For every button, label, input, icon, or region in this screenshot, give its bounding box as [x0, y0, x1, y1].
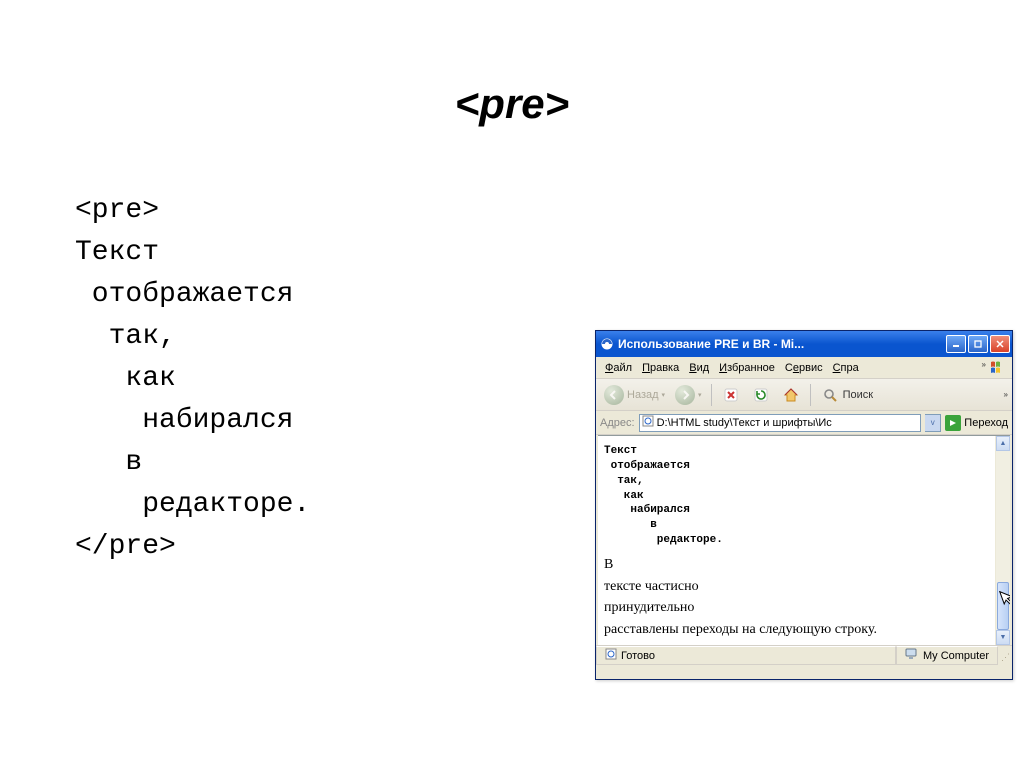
back-dropdown-icon: ▾ — [662, 391, 666, 399]
search-button[interactable]: Поиск — [816, 383, 877, 407]
close-button[interactable] — [990, 335, 1010, 353]
search-label: Поиск — [843, 389, 873, 401]
rendered-pre-block: Текст отображается так, как набирался в … — [598, 436, 1010, 548]
address-input[interactable]: D:\HTML study\Текст и шрифты\Ис — [639, 414, 922, 432]
toolbar-overflow-icon[interactable]: » — [1004, 390, 1008, 399]
forward-button[interactable]: ▾ — [671, 383, 706, 407]
scroll-up-icon[interactable]: ▲ — [996, 436, 1010, 451]
browser-window: Использование PRE и BR - Mi... Файл Прав… — [595, 330, 1013, 680]
menubar: Файл Правка Вид Избранное Сервис Спра » — [596, 357, 1012, 379]
window-title: Использование PRE и BR - Mi... — [618, 337, 944, 351]
go-button[interactable]: Переход — [945, 415, 1008, 431]
windows-logo-icon — [988, 358, 1010, 378]
rendered-paragraphs: В тексте частисно принудительно расставл… — [598, 548, 1010, 641]
status-bar: Готово My Computer ⋰ — [596, 645, 1012, 665]
html-status-icon — [605, 648, 617, 663]
vertical-scrollbar[interactable]: ▲ ▼ — [995, 436, 1010, 645]
paragraph: принудительно — [604, 597, 1004, 619]
ie-logo-icon — [600, 337, 614, 351]
address-path: D:\HTML study\Текст и шрифты\Ис — [657, 417, 832, 429]
address-bar: Адрес: D:\HTML study\Текст и шрифты\Ис v… — [596, 411, 1012, 435]
forward-arrow-icon — [675, 385, 695, 405]
go-label: Переход — [964, 417, 1008, 429]
code-example: <pre> Текст отображается так, как набира… — [75, 190, 310, 568]
paragraph: тексте частисно — [604, 576, 1004, 598]
browser-content: Текст отображается так, как набирался в … — [598, 435, 1010, 645]
status-left: Готово — [596, 646, 896, 665]
back-button[interactable]: Назад ▾ — [600, 383, 669, 407]
titlebar[interactable]: Использование PRE и BR - Mi... — [596, 331, 1012, 357]
paragraph: В — [604, 554, 1004, 576]
address-label: Адрес: — [600, 417, 635, 429]
home-icon — [781, 385, 801, 405]
address-dropdown[interactable]: v — [925, 414, 941, 432]
refresh-button[interactable] — [747, 383, 775, 407]
refresh-icon — [751, 385, 771, 405]
page-title: <pre> — [0, 0, 1024, 128]
minimize-button[interactable] — [946, 335, 966, 353]
computer-icon — [905, 648, 919, 663]
home-button[interactable] — [777, 383, 805, 407]
magnifier-icon — [820, 385, 840, 405]
menu-view[interactable]: Вид — [684, 362, 714, 374]
html-file-icon — [642, 415, 654, 430]
status-text: Готово — [621, 650, 655, 662]
stop-icon — [721, 385, 741, 405]
scroll-down-icon[interactable]: ▼ — [996, 630, 1010, 645]
resize-grip-icon[interactable]: ⋰ — [998, 646, 1012, 665]
zone-text: My Computer — [923, 650, 989, 662]
go-arrow-icon — [945, 415, 961, 431]
menu-file[interactable]: Файл — [600, 362, 637, 374]
toolbar-separator — [810, 384, 811, 406]
menu-edit[interactable]: Правка — [637, 362, 684, 374]
status-zone: My Computer — [896, 646, 998, 665]
toolbar: Назад ▾ ▾ — [596, 379, 1012, 411]
menu-help[interactable]: Спра — [828, 362, 864, 374]
menu-overflow-icon[interactable]: » — [982, 360, 986, 369]
menu-favorites[interactable]: Избранное — [714, 362, 780, 374]
back-arrow-icon — [604, 385, 624, 405]
paragraph: расставлены переходы на следующую строку… — [604, 619, 1004, 641]
forward-dropdown-icon: ▾ — [698, 391, 702, 399]
maximize-button[interactable] — [968, 335, 988, 353]
menu-tools[interactable]: Сервис — [780, 362, 828, 374]
toolbar-separator — [711, 384, 712, 406]
back-label: Назад — [627, 389, 659, 401]
stop-button[interactable] — [717, 383, 745, 407]
